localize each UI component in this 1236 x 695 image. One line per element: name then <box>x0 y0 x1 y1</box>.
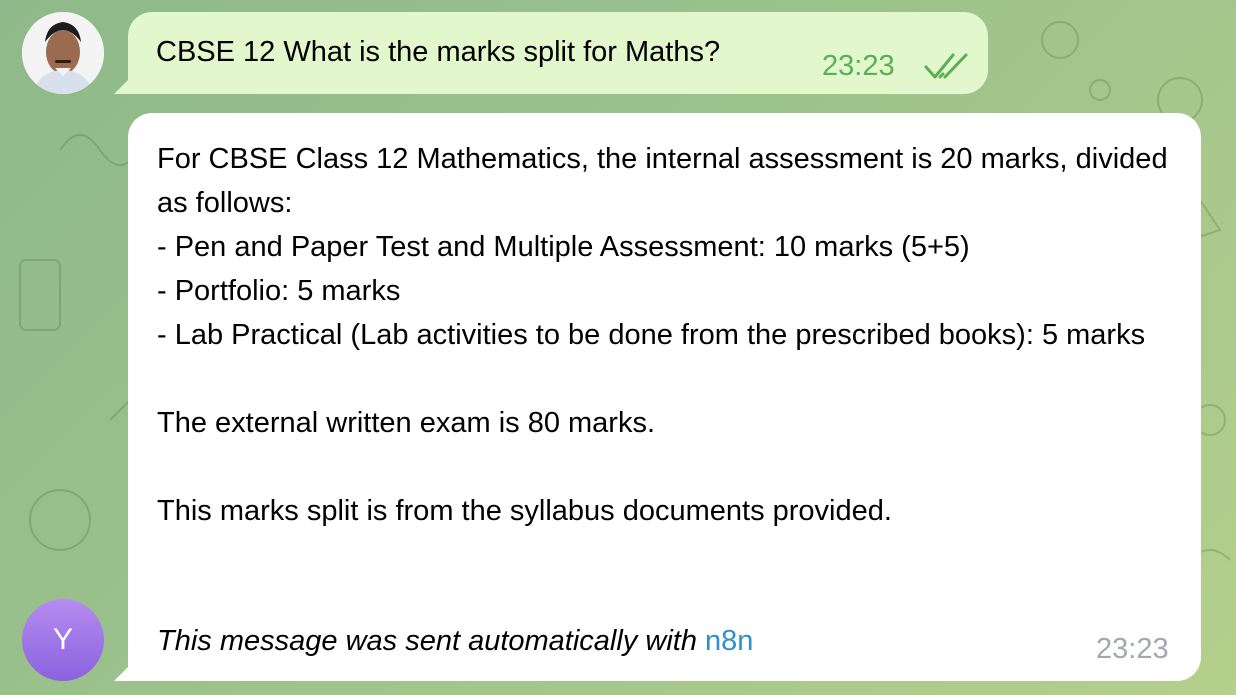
double-check-icon <box>924 53 968 79</box>
outgoing-message-text: CBSE 12 What is the marks split for Math… <box>156 36 721 68</box>
incoming-message-bubble[interactable]: For CBSE Class 12 Mathematics, the inter… <box>114 113 1201 681</box>
outgoing-message-time: 23:23 <box>822 50 895 82</box>
user-photo-icon <box>22 12 104 94</box>
outgoing-message-bubble[interactable]: CBSE 12 What is the marks split for Math… <box>114 12 988 94</box>
incoming-message-time: 23:23 <box>1096 633 1169 665</box>
incoming-message-text: For CBSE Class 12 Mathematics, the inter… <box>157 143 1168 527</box>
incoming-message-footer: This message was sent automatically with… <box>157 619 753 663</box>
user-avatar[interactable] <box>22 12 104 94</box>
footer-text: This message was sent automatically with <box>157 625 697 657</box>
n8n-link[interactable]: n8n <box>705 625 753 657</box>
bot-avatar[interactable]: Y <box>22 599 104 681</box>
